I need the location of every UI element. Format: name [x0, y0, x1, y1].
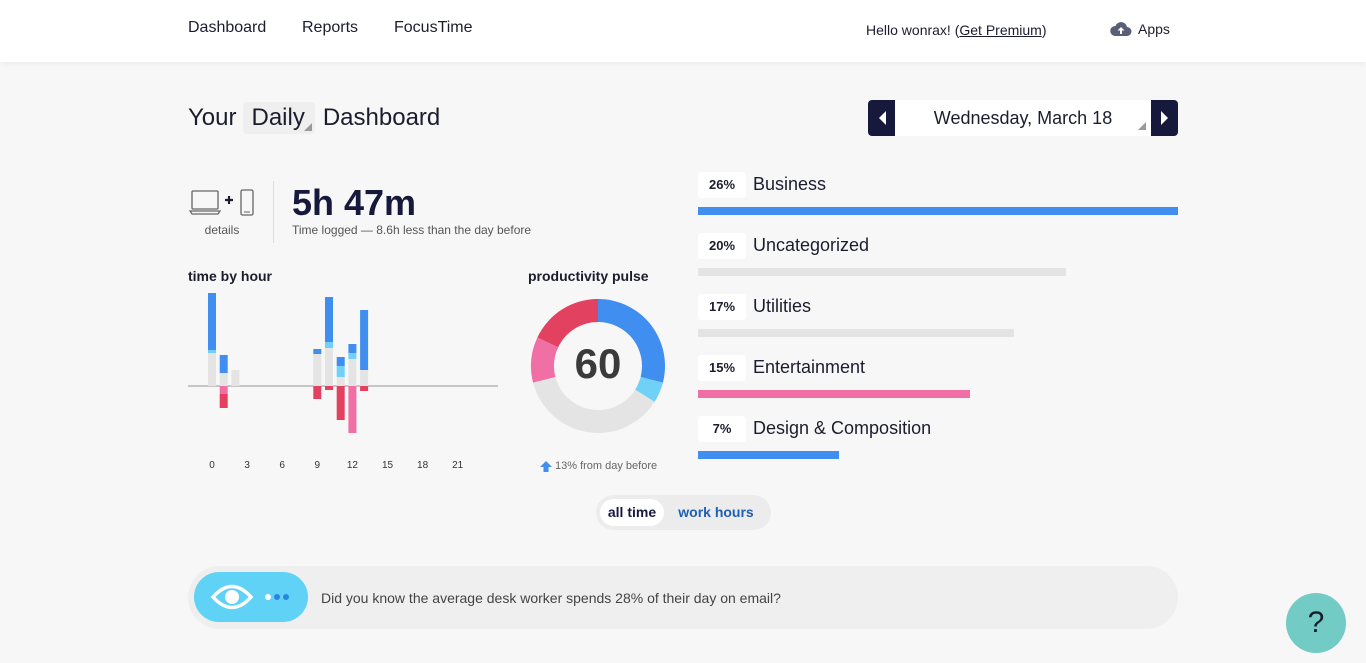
tip-text: Did you know the average desk worker spe… [321, 590, 781, 606]
category-row[interactable]: 26% Business [698, 172, 1178, 222]
tip-banner: Did you know the average desk worker spe… [188, 566, 1178, 629]
devices-details-button[interactable]: details [189, 188, 257, 238]
hour-bar-segment[interactable] [325, 297, 333, 342]
hour-bar-segment[interactable] [325, 386, 333, 390]
eye-icon [210, 584, 289, 610]
arrow-up-icon [540, 460, 552, 472]
cloud-upload-icon [1110, 22, 1132, 36]
dropdown-triangle-icon [303, 123, 312, 131]
date-navigator: Wednesday, March 18 [868, 100, 1178, 136]
period-select[interactable]: Daily [242, 102, 315, 134]
category-name: Design & Composition [753, 418, 932, 438]
category-name: Uncategorized [753, 235, 870, 255]
category-row[interactable]: 20% Uncategorized [698, 233, 1178, 283]
hour-tick-label: 18 [417, 460, 429, 471]
category-name: Entertainment [753, 357, 866, 377]
hour-bar-segment[interactable] [348, 344, 357, 353]
laptop-phone-icon [189, 189, 254, 216]
time-by-hour-title: time by hour [188, 268, 273, 284]
nav-reports-link[interactable]: Reports [302, 19, 358, 37]
work-hours-option[interactable]: work hours [670, 499, 762, 526]
category-percent: 15% [698, 355, 746, 381]
dropdown-triangle-icon [1138, 122, 1146, 130]
category-percent: 7% [698, 416, 746, 442]
hour-bar-segment[interactable] [325, 348, 333, 386]
category-name: Business [753, 174, 827, 194]
caret-right-icon [1160, 111, 1168, 125]
hour-tick-label: 9 [314, 460, 321, 471]
all-time-option[interactable]: all time [600, 499, 664, 526]
devices-label: details [204, 223, 240, 237]
hour-bar-segment[interactable] [360, 310, 369, 370]
category-bar [698, 329, 1014, 337]
total-time-logged: 5h 47m [292, 182, 417, 223]
period-select-value: Daily [251, 104, 305, 131]
apps-menu[interactable]: Apps [1110, 21, 1170, 37]
hour-bar-segment[interactable] [219, 394, 228, 408]
hour-bar-segment[interactable] [313, 354, 322, 386]
hour-bar-segment[interactable] [219, 373, 228, 386]
user-greeting: Hello wonrax! (Get Premium) [866, 22, 1047, 38]
category-bar [698, 207, 1178, 215]
get-premium-link[interactable]: Get Premium [959, 22, 1041, 38]
top-nav-bar: Dashboard Reports FocusTime Hello wonrax… [0, 0, 1366, 62]
category-row[interactable]: 15% Entertainment [698, 355, 1178, 405]
category-name: Utilities [753, 296, 812, 316]
hour-tick-label: 6 [279, 460, 285, 471]
pulse-delta: 13% from day before [540, 460, 657, 472]
previous-day-button[interactable] [868, 100, 895, 136]
hour-bar-segment[interactable] [313, 386, 322, 399]
date-picker[interactable]: Wednesday, March 18 [895, 108, 1151, 129]
category-bar [698, 451, 839, 459]
hour-bar-segment[interactable] [208, 293, 216, 350]
hour-bar-segment[interactable] [219, 386, 228, 394]
hour-bar-segment[interactable] [219, 355, 228, 373]
category-percent: 26% [698, 172, 746, 198]
hour-tick-label: 3 [244, 460, 250, 471]
hour-bar-segment[interactable] [336, 366, 345, 377]
divider [273, 181, 274, 243]
tip-badge [194, 572, 308, 622]
hour-bar-segment[interactable] [348, 359, 357, 386]
hour-bar-segment[interactable] [336, 357, 345, 366]
hour-bar-segment[interactable] [360, 370, 369, 386]
hour-bar-segment[interactable] [336, 377, 345, 386]
time-by-hour-chart[interactable] [188, 290, 500, 440]
next-day-button[interactable] [1151, 100, 1178, 136]
category-bar [698, 268, 1066, 276]
hour-bar-segment[interactable] [348, 386, 357, 433]
help-button[interactable]: ? [1286, 593, 1346, 653]
hour-tick-label: 0 [209, 460, 215, 471]
hour-bar-segment[interactable] [231, 370, 240, 386]
hour-bar-segment[interactable] [360, 386, 369, 391]
productivity-pulse-title: productivity pulse [528, 268, 649, 284]
page-title: Your Daily Dashboard [188, 102, 440, 134]
hour-tick-label: 12 [346, 460, 358, 471]
nav-focustime-link[interactable]: FocusTime [394, 19, 473, 37]
pulse-delta-text: 13% from day before [555, 460, 658, 472]
caret-left-icon [878, 111, 886, 125]
hour-bar-segment[interactable] [208, 350, 216, 353]
time-scope-toggle: all time work hours [596, 495, 771, 530]
category-percent: 17% [698, 294, 746, 320]
category-percent: 20% [698, 233, 746, 259]
time-logged-subtitle: Time logged — 8.6h less than the day bef… [292, 223, 532, 237]
hour-bar-segment[interactable] [336, 386, 345, 420]
hour-tick-label: 21 [452, 460, 464, 471]
hour-bar-segment[interactable] [325, 342, 333, 348]
greeting-suffix: ) [1041, 22, 1047, 38]
category-row[interactable]: 17% Utilities [698, 294, 1178, 344]
category-row[interactable]: 7% Design & Composition [698, 416, 1178, 466]
category-bar [698, 390, 970, 398]
title-prefix: Your [188, 104, 237, 131]
hour-tick-label: 15 [381, 460, 394, 471]
nav-dashboard-link[interactable]: Dashboard [188, 19, 266, 37]
hour-bar-segment[interactable] [313, 349, 322, 354]
productivity-pulse-value: 60 [574, 340, 622, 387]
greeting-prefix: Hello wonrax! ( [866, 22, 960, 38]
title-suffix: Dashboard [322, 104, 441, 131]
apps-label: Apps [1138, 21, 1170, 37]
hour-bar-segment[interactable] [348, 353, 357, 359]
hour-bar-segment[interactable] [208, 353, 216, 386]
